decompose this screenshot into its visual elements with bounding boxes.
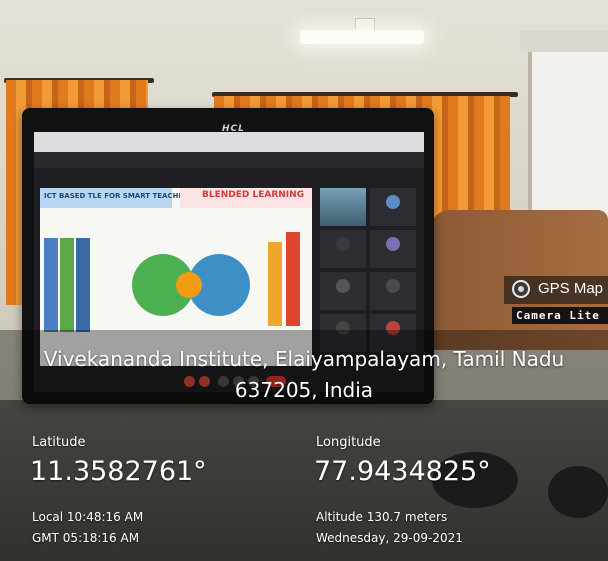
lens-dot — [518, 286, 524, 292]
slide-title-right: BLENDED LEARNING — [202, 190, 305, 200]
slide-title-left: ICT BASED TLE FOR SMART TEACHING — [44, 192, 193, 200]
slide-tab-resources — [76, 238, 90, 332]
local-time: Local 10:48:16 AM — [32, 510, 144, 524]
capture-date: Wednesday, 29-09-2021 — [316, 531, 463, 545]
participant-tile — [370, 272, 416, 310]
browser-tab-bar — [34, 132, 424, 152]
longitude-label: Longitude — [316, 435, 381, 450]
badge-title: GPS Map — [538, 280, 604, 297]
slide-tab-services — [60, 238, 74, 332]
slide-tab-challenges — [44, 238, 58, 332]
participant-tile — [320, 188, 366, 226]
slide-tab-changes — [268, 242, 282, 326]
participant-video — [320, 188, 366, 226]
door-frame — [520, 30, 608, 52]
location-address: Vivekananda Institute, Elaiyampalayam, T… — [43, 347, 565, 402]
gps-map-camera-badge: GPS Map Camera Lite — [504, 276, 608, 326]
badge-subtitle: Camera Lite — [512, 307, 608, 324]
altitude: Altitude 130.7 meters — [316, 510, 448, 524]
slide-tab-covid — [286, 232, 300, 326]
longitude-value: 77.9434825° — [314, 456, 491, 487]
latitude-value: 11.3582761° — [30, 456, 207, 487]
participant-avatar — [336, 279, 350, 293]
latitude-label: Latitude — [32, 435, 86, 450]
venn-overlap-blended — [176, 272, 202, 298]
ceiling-light — [300, 30, 424, 44]
participant-avatar — [386, 195, 400, 209]
meeting-bar — [34, 152, 424, 168]
participant-tile — [320, 272, 366, 310]
participant-tile — [320, 230, 366, 268]
participant-avatar — [386, 237, 400, 251]
participant-avatar — [336, 237, 350, 251]
participant-tile — [370, 230, 416, 268]
badge-background: GPS Map — [504, 276, 608, 304]
camera-lens-icon — [512, 280, 530, 298]
participant-tile — [370, 188, 416, 226]
participant-avatar — [386, 279, 400, 293]
gmt-time: GMT 05:18:16 AM — [32, 531, 140, 545]
